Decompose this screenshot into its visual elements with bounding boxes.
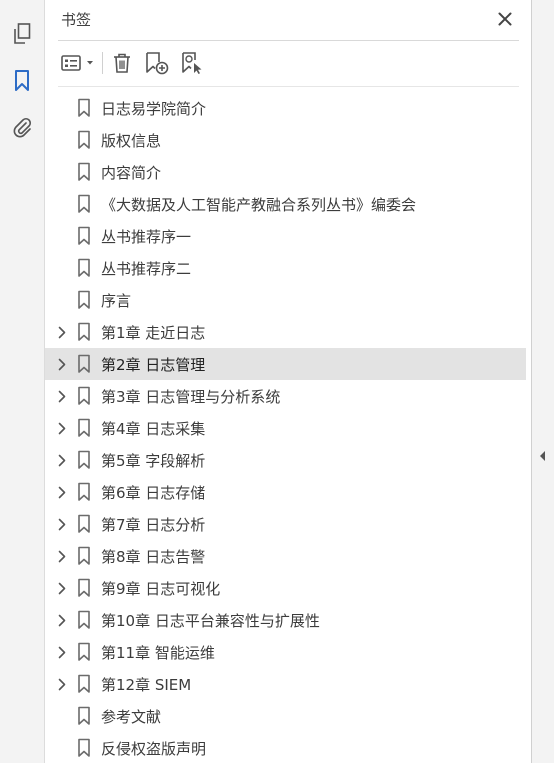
chevron-right-icon[interactable] [56,517,68,531]
bookmark-label: 反侵权盗版声明 [101,740,207,758]
bookmark-icon [77,322,91,342]
bookmark-icon [77,482,91,502]
toolbar-divider [58,86,519,87]
options-menu-icon[interactable] [59,50,99,76]
bookmark-label: 《大数据及人工智能产教融合系列丛书》编委会 [101,196,417,214]
bookmark-label: 第8章 日志告警 [101,548,206,566]
bookmark-item[interactable]: 《大数据及人工智能产教融合系列丛书》编委会 [45,188,531,220]
bookmark-label: 第9章 日志可视化 [101,580,221,598]
bookmark-icon [77,130,91,150]
bookmark-list: 日志易学院简介 版权信息内容简介《大数据及人工智能产教融合系列丛书》编委会 丛书推荐… [45,92,531,764]
bookmark-item[interactable]: 参考文献 [45,700,531,732]
bookmark-icon [77,578,91,598]
bookmark-item[interactable]: 丛书推荐序一 [45,220,531,252]
bookmark-icon [77,546,91,566]
bookmark-icon [77,642,91,662]
chevron-right-icon[interactable] [56,677,68,691]
bookmark-item[interactable]: 第11章 智能运维 [45,636,531,668]
bookmark-item[interactable]: 第3章 日志管理与分析系统 [45,380,531,412]
bookmark-item[interactable]: 第12章 SIEM [45,668,531,700]
bookmark-label: 第3章 日志管理与分析系统 [101,388,281,406]
bookmark-icon [77,674,91,694]
bookmark-icon [77,738,91,758]
pages-icon[interactable] [9,21,35,47]
bookmark-icon [77,194,91,214]
collapse-left-icon[interactable] [537,447,549,465]
panel-title: 书签 [61,11,92,29]
bookmark-item[interactable]: 第5章 字段解析 [45,444,531,476]
bookmark-icon [77,162,91,182]
bookmark-label: 内容简介 [101,164,162,182]
bookmark-label: 版权信息 [101,132,162,150]
bookmark-icon [77,418,91,438]
chevron-right-icon[interactable] [56,645,68,659]
bookmark-label: 序言 [101,292,132,310]
bookmark-item[interactable]: 第1章 走近日志 [45,316,531,348]
bookmark-label: 第1章 走近日志 [101,324,206,342]
bookmark-item[interactable]: 第2章 日志管理 [45,348,526,380]
bookmark-label: 日志易学院简介 [101,100,207,118]
close-icon[interactable] [496,10,514,28]
chevron-right-icon[interactable] [56,325,68,339]
bookmark-label: 第2章 日志管理 [101,356,206,374]
bookmark-item[interactable]: 日志易学院简介 [45,92,531,124]
bookmark-icon [77,450,91,470]
document-edge-strip [531,0,554,763]
chevron-right-icon[interactable] [56,613,68,627]
bookmark-icon [77,706,91,726]
bookmark-icon [77,258,91,278]
new-bookmark-icon[interactable] [143,50,171,76]
bookmark-icon [77,386,91,406]
bookmark-label: 丛书推荐序二 [101,260,192,278]
bookmark-icon [77,226,91,246]
chevron-right-icon[interactable] [56,357,68,371]
bookmark-icon [77,354,91,374]
bookmark-label: 参考文献 [101,708,162,726]
chevron-right-icon[interactable] [56,581,68,595]
bookmark-item[interactable]: 第6章 日志存储 [45,476,531,508]
chevron-right-icon[interactable] [56,421,68,435]
bookmark-item[interactable]: 丛书推荐序二 [45,252,531,284]
chevron-right-icon[interactable] [56,389,68,403]
chevron-right-icon[interactable] [56,549,68,563]
bookmark-icon [77,514,91,534]
find-bookmark-icon[interactable] [179,50,207,76]
toolbar-separator [102,52,103,74]
bookmark-item[interactable]: 序言 [45,284,531,316]
bookmark-item[interactable]: 第7章 日志分析 [45,508,531,540]
bookmark-item[interactable]: 第9章 日志可视化 [45,572,531,604]
chevron-right-icon[interactable] [56,485,68,499]
bookmark-icon [77,98,91,118]
bookmark-item[interactable]: 第8章 日志告警 [45,540,531,572]
delete-bookmark-icon[interactable] [109,50,135,76]
navigation-toolbar [0,0,45,763]
bookmark-label: 第4章 日志采集 [101,420,206,438]
bookmark-item[interactable]: 第10章 日志平台兼容性与扩展性 [45,604,531,636]
title-divider [58,40,519,41]
attachment-icon[interactable] [9,114,35,140]
bookmark-item[interactable]: 反侵权盗版声明 [45,732,531,764]
bookmark-item[interactable]: 内容简介 [45,156,531,188]
bookmark-icon[interactable] [9,68,35,94]
bookmark-label: 第11章 智能运维 [101,644,215,662]
bookmark-item[interactable]: 第4章 日志采集 [45,412,531,444]
bookmark-label: 第5章 字段解析 [101,452,206,470]
bookmark-label: 第12章 SIEM [101,676,192,694]
bookmark-item[interactable]: 版权信息 [45,124,531,156]
bookmark-label: 丛书推荐序一 [101,228,192,246]
chevron-right-icon[interactable] [56,453,68,467]
bookmark-icon [77,290,91,310]
bookmark-label: 第7章 日志分析 [101,516,206,534]
bookmark-icon [77,610,91,630]
bookmark-label: 第10章 日志平台兼容性与扩展性 [101,612,320,630]
bookmark-label: 第6章 日志存储 [101,484,206,502]
bookmarks-panel: 书签 日志易学院简介 版权信息 内容简介 《大数据及人工智能产教融合系列丛书》编… [45,0,531,763]
